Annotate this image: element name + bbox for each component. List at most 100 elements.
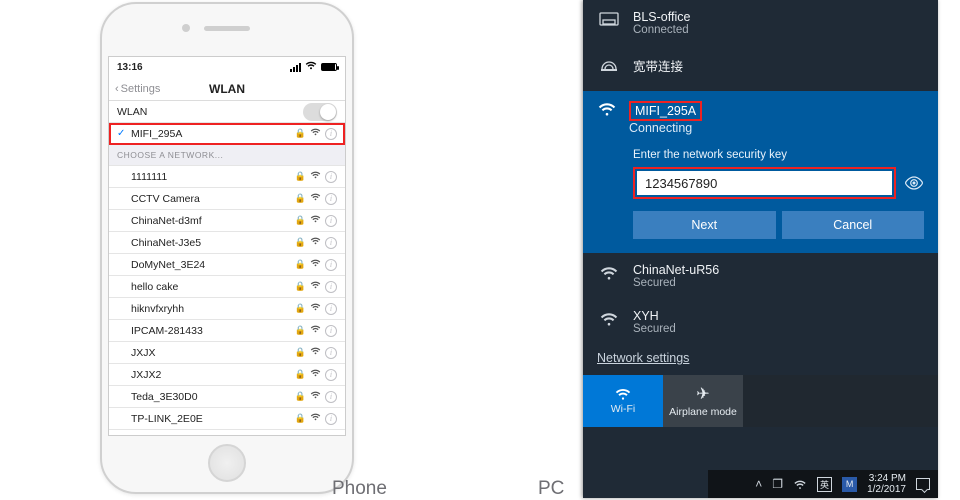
available-network-item[interactable]: ChinaNet-uR56Secured: [583, 253, 938, 299]
ethernet-name: BLS-office: [633, 10, 690, 24]
airplane-tile[interactable]: ✈ Airplane mode: [663, 375, 743, 427]
network-name: Teda_3E30D0: [131, 391, 295, 403]
network-settings-link[interactable]: Network settings: [583, 345, 703, 375]
info-icon[interactable]: i: [325, 413, 337, 425]
lock-icon: 🔒: [295, 347, 306, 358]
network-row[interactable]: ChinaNet-J3e5🔒i: [109, 232, 345, 254]
security-key-frame: [633, 167, 896, 199]
checkmark-icon: ✓: [117, 128, 131, 139]
network-name: TP-LINK_2E0E: [131, 413, 295, 425]
network-row[interactable]: 1111111🔒 i: [109, 166, 345, 188]
network-name: IPCAM-281433: [131, 325, 295, 337]
tray-network-icon[interactable]: [793, 479, 807, 490]
lock-icon: 🔒: [295, 325, 306, 336]
wifi-icon: [597, 101, 617, 117]
network-name: hello cake: [131, 281, 295, 293]
broadband-item[interactable]: 宽带连接: [583, 46, 938, 85]
info-icon[interactable]: i: [325, 237, 337, 249]
info-icon[interactable]: i: [325, 347, 337, 359]
wifi-icon: [614, 387, 632, 401]
lock-icon: 🔒: [295, 303, 306, 314]
network-row[interactable]: ChinaNet-d3mf🔒i: [109, 210, 345, 232]
security-key-input[interactable]: [637, 171, 892, 195]
lock-icon: 🔒: [295, 391, 306, 402]
tray-up-icon[interactable]: ˄: [755, 477, 762, 491]
cellular-signal-icon: [290, 63, 301, 72]
network-row[interactable]: Teda_3E30D0🔒 i: [109, 386, 345, 408]
quick-tiles: Wi-Fi ✈ Airplane mode: [583, 375, 938, 427]
lock-icon: 🔒: [295, 215, 306, 226]
status-time: 13:16: [117, 62, 143, 73]
action-center-icon[interactable]: [916, 478, 930, 490]
info-icon[interactable]: i: [325, 303, 337, 315]
info-icon[interactable]: i: [325, 281, 337, 293]
network-status: Secured: [633, 277, 719, 289]
network-name: CCTV Camera: [131, 193, 295, 205]
info-icon[interactable]: i: [325, 215, 337, 227]
info-icon[interactable]: i: [325, 171, 337, 183]
selected-network-name: MIFI_295A: [629, 101, 702, 121]
back-button[interactable]: ‹ Settings: [115, 83, 190, 95]
ethernet-status: Connected: [633, 24, 690, 36]
phone-caption: Phone: [332, 478, 387, 500]
network-name: 1111111: [131, 171, 295, 183]
tray-display-icon[interactable]: ❐: [772, 477, 783, 491]
wlan-toggle-row: WLAN: [109, 101, 345, 123]
network-status: Secured: [633, 323, 676, 335]
choose-network-header: CHOOSE A NETWORK...: [109, 145, 345, 166]
wifi-icon: [310, 435, 321, 436]
reveal-password-icon[interactable]: [904, 176, 924, 190]
lock-icon: 🔒: [295, 413, 306, 424]
wifi-icon: [310, 128, 321, 139]
info-icon[interactable]: i: [325, 391, 337, 403]
speaker-grille: [204, 26, 250, 31]
network-row[interactable]: JXJX2🔒i: [109, 364, 345, 386]
ime-mode[interactable]: M: [842, 477, 857, 492]
network-row[interactable]: IPCAM-281433🔒 i: [109, 320, 345, 342]
phone-top-bezel: [102, 4, 352, 56]
lock-icon: 🔒: [295, 128, 306, 139]
status-bar: 13:16: [109, 57, 345, 77]
info-icon[interactable]: i: [325, 369, 337, 381]
network-row[interactable]: DoMyNet_3E24🔒i: [109, 254, 345, 276]
network-row[interactable]: CCTV Camera🔒i: [109, 188, 345, 210]
cancel-button[interactable]: Cancel: [782, 211, 925, 239]
info-icon[interactable]: i: [325, 259, 337, 271]
network-name: XYH: [633, 309, 676, 323]
taskbar-clock[interactable]: 3:24 PM 1/2/2017: [867, 473, 906, 495]
windows-network-flyout: BLS-office Connected 宽带连接 MIFI_295A Conn…: [583, 0, 938, 498]
wlan-label: WLAN: [117, 106, 303, 118]
network-row[interactable]: TP-LINK_2E0E🔒 i: [109, 408, 345, 430]
network-row[interactable]: hello cake🔒 i: [109, 276, 345, 298]
available-network-item[interactable]: XYHSecured: [583, 299, 938, 345]
network-row[interactable]: hiknvfxryhh🔒 i: [109, 298, 345, 320]
connected-network-row[interactable]: ✓ MIFI_295A 🔒 i: [109, 123, 345, 145]
front-camera: [182, 24, 190, 32]
wifi-icon: [310, 281, 321, 292]
ime-lang[interactable]: 英: [817, 477, 832, 492]
wifi-icon: [310, 215, 321, 226]
network-name: hiknvfxryhh: [131, 303, 295, 315]
wifi-tile[interactable]: Wi-Fi: [583, 375, 663, 427]
wlan-toggle[interactable]: [303, 103, 337, 121]
network-row[interactable]: JXJX🔒i: [109, 342, 345, 364]
airplane-tile-label: Airplane mode: [669, 406, 737, 418]
lock-icon: 🔒: [295, 281, 306, 292]
network-name: JXJX2: [131, 369, 295, 381]
lock-icon: 🔒: [295, 171, 306, 182]
info-icon[interactable]: i: [325, 128, 337, 140]
phone-screen: 13:16 ‹ Settings WLAN WLAN ✓ MIFI_295A: [108, 56, 346, 436]
wifi-icon: [310, 193, 321, 204]
info-icon[interactable]: i: [325, 435, 337, 437]
ethernet-icon: [597, 10, 621, 28]
info-icon[interactable]: i: [325, 325, 337, 337]
wifi-icon: [310, 237, 321, 248]
next-button[interactable]: Next: [633, 211, 776, 239]
home-button[interactable]: [208, 444, 246, 482]
info-icon[interactable]: i: [325, 193, 337, 205]
network-row[interactable]: TP-LINK_DD08🔒i: [109, 430, 345, 436]
ethernet-item[interactable]: BLS-office Connected: [583, 0, 938, 46]
wifi-icon: [310, 413, 321, 424]
network-name: DoMyNet_3E24: [131, 259, 295, 271]
selected-network-status: Connecting: [629, 121, 702, 135]
